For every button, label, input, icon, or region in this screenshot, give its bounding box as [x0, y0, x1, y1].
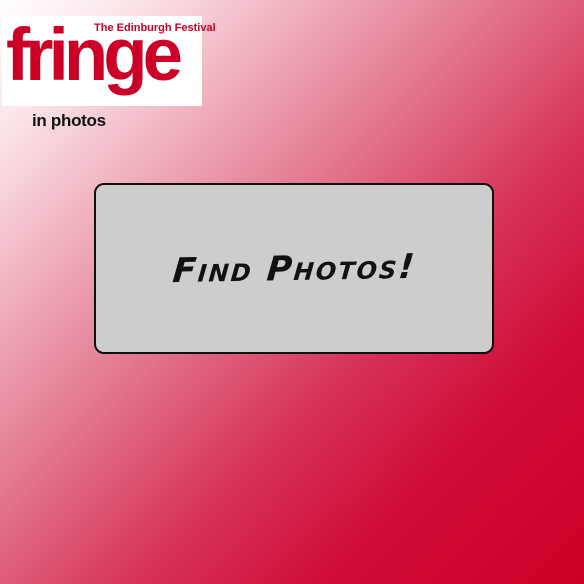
fringe-logo[interactable]: The Edinburgh Festival fringe — [2, 13, 216, 106]
find-photos-label: Find Photos! — [170, 246, 418, 291]
logo-tagline: in photos — [32, 111, 106, 130]
logo-wordmark: fringe — [6, 13, 183, 96]
find-photos-button[interactable]: Find Photos! — [94, 183, 494, 354]
